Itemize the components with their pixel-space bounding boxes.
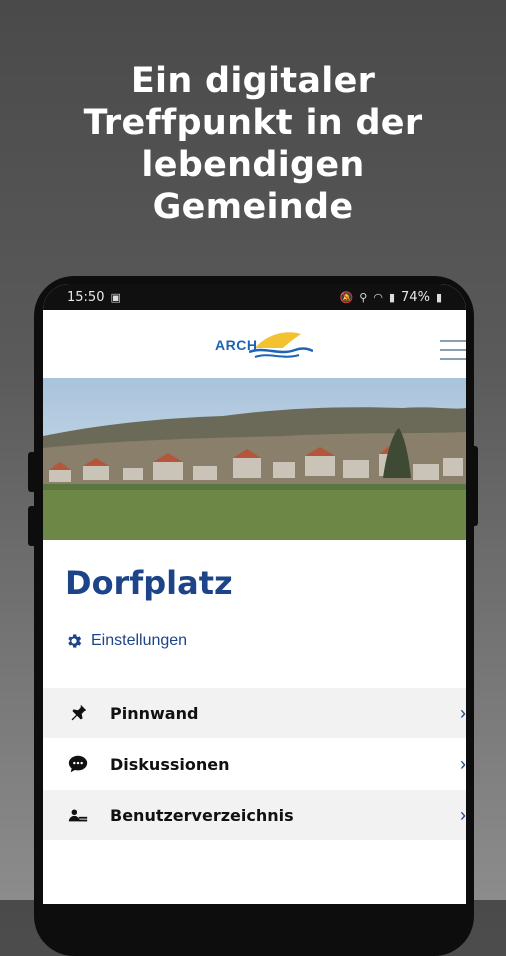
- pin-icon: [71, 704, 87, 721]
- headline-line-3: lebendigen: [141, 145, 365, 185]
- menu-list: Pinnwand › Diskussionen › Benutzerverzei…: [43, 688, 466, 841]
- headline-line-2: Treffpunkt in der: [83, 103, 423, 143]
- logo-text: ARCH: [215, 337, 258, 353]
- promo-headline: Ein digitaler Treffpunkt in der lebendig…: [0, 60, 506, 228]
- page-title: Dorfplatz: [65, 564, 233, 602]
- menu-item-label: Diskussionen: [110, 754, 230, 774]
- menu-item-benutzerverzeichnis[interactable]: Benutzerverzeichnis ›: [43, 790, 466, 841]
- screenshot-icon: ▣: [110, 290, 121, 304]
- status-bar: 15:50 ▣ 🔕 ⚲ ◠ ▮ 74% ▮: [43, 284, 466, 310]
- location-icon: ⚲: [359, 290, 368, 304]
- menu-item-label: Benutzerverzeichnis: [110, 805, 294, 825]
- signal-icon: ▮: [388, 290, 396, 304]
- wifi-icon: ◠: [373, 290, 383, 304]
- headline-line-4: Gemeinde: [152, 187, 354, 227]
- battery-icon: ▮: [435, 290, 442, 304]
- app-header: ARCH: [43, 310, 466, 378]
- chevron-right-icon: ›: [460, 702, 466, 723]
- village-hero-image: [43, 378, 466, 540]
- settings-link[interactable]: Einstellungen: [65, 632, 466, 650]
- gear-icon: [68, 634, 82, 648]
- arch-logo[interactable]: ARCH: [215, 328, 314, 362]
- status-time: 15:50: [67, 289, 105, 305]
- menu-item-pinnwand[interactable]: Pinnwand ›: [43, 688, 466, 739]
- logo-wave-icon: [249, 332, 314, 358]
- chat-icon: [68, 755, 88, 773]
- menu-item-diskussionen[interactable]: Diskussionen ›: [43, 739, 466, 790]
- headline-line-1: Ein digitaler: [130, 61, 376, 101]
- menu-item-label: Pinnwand: [110, 703, 199, 723]
- users-icon: [68, 809, 88, 822]
- chevron-right-icon: ›: [460, 804, 466, 825]
- volume-button: [28, 452, 36, 492]
- chevron-right-icon: ›: [460, 753, 466, 774]
- power-button: [470, 446, 478, 526]
- hamburger-menu-button[interactable]: [440, 340, 466, 362]
- mute-icon: 🔕: [339, 290, 354, 304]
- volume-button-2: [28, 506, 36, 546]
- settings-label: Einstellungen: [91, 632, 188, 649]
- phone-screen: 15:50 ▣ 🔕 ⚲ ◠ ▮ 74% ▮ ARCH Dorfplatz Ein…: [43, 284, 466, 904]
- battery-level: 74%: [401, 289, 430, 305]
